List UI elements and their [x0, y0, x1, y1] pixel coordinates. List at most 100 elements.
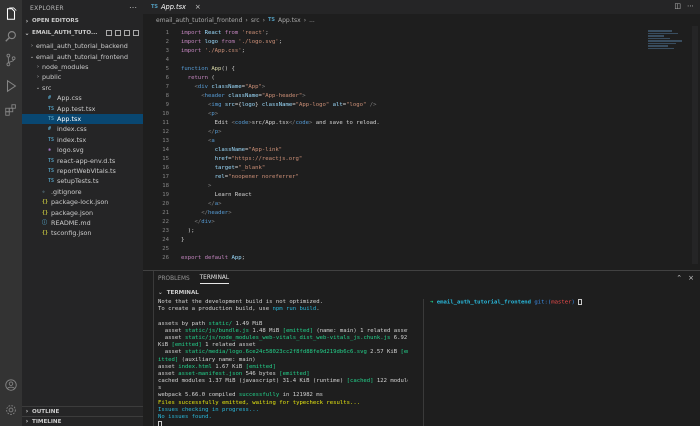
- code-token: ;: [241, 254, 246, 261]
- code-token: div: [201, 218, 212, 225]
- breadcrumb-folder[interactable]: email_auth_tutorial_frontend: [156, 17, 242, 24]
- line-number: 11: [162, 119, 169, 126]
- terminal-output[interactable]: Note that the development build is not o…: [158, 299, 408, 426]
- run-debug-icon[interactable]: [3, 78, 19, 94]
- more-actions-icon[interactable]: ⋯: [129, 3, 137, 12]
- tree-item[interactable]: ⌄ src: [22, 83, 143, 93]
- tree-item[interactable]: TS App.tsx: [22, 113, 143, 125]
- tree-item[interactable]: › public: [22, 72, 143, 82]
- code-token: code: [234, 119, 249, 126]
- outline-section[interactable]: › OUTLINE: [22, 406, 143, 416]
- tree-item[interactable]: › node_modules: [22, 62, 143, 72]
- chevron-up-icon[interactable]: ⌃: [676, 274, 682, 282]
- terminal-line: webpack 5.66.0 compiled successfully in …: [158, 392, 408, 399]
- terminal-token: 1 related asset: [201, 342, 256, 349]
- terminal-token: (name: main) 1 related asset: [312, 327, 408, 334]
- terminal-token: Files successfully emitted, waiting for …: [158, 399, 361, 406]
- tree-item-label: index.tsx: [57, 135, 87, 144]
- line-number: 9: [165, 101, 169, 108]
- close-icon[interactable]: ×: [688, 274, 694, 282]
- new-file-icon[interactable]: [106, 30, 112, 36]
- tree-item[interactable]: # App.css: [22, 93, 143, 103]
- breadcrumb-symbol[interactable]: ...: [309, 17, 315, 24]
- tree-item[interactable]: ⓘ README.md: [22, 218, 143, 228]
- code-line: 19 Learn React: [143, 190, 700, 199]
- tab-app-tsx[interactable]: TS App.tsx ×: [151, 0, 201, 14]
- code-token: 'react': [241, 29, 266, 36]
- project-root-section[interactable]: ⌄ EMAIL_AUTH_TUTO...: [22, 28, 143, 38]
- code-token: header: [207, 209, 229, 216]
- tree-item[interactable]: TS App.test.tsx: [22, 103, 143, 113]
- git-file-icon: ◆: [42, 188, 46, 195]
- code-editor[interactable]: 1 import React from 'react'; 2 import logo …: [143, 26, 700, 264]
- split-editor-icon[interactable]: ◫: [674, 2, 681, 10]
- new-folder-icon[interactable]: [115, 30, 121, 36]
- breadcrumb-folder[interactable]: src: [251, 17, 260, 24]
- outline-label: OUTLINE: [32, 408, 60, 415]
- code-line: 20 </a>: [143, 199, 700, 208]
- terminal-cursor: [578, 299, 583, 305]
- extensions-icon[interactable]: [3, 102, 19, 118]
- css-file-icon: #: [48, 126, 52, 133]
- refresh-icon[interactable]: [124, 30, 130, 36]
- tree-item[interactable]: › email_auth_tutorial_backend: [22, 41, 143, 51]
- open-editors-section[interactable]: › OPEN EDITORS: [22, 16, 143, 26]
- code-token: (: [211, 74, 215, 81]
- code-token: import: [181, 47, 205, 54]
- json-file-icon: {}: [42, 209, 49, 216]
- terminal-line: itted] (auxiliary name: main): [158, 357, 408, 364]
- typescript-file-icon: TS: [48, 105, 55, 112]
- line-number: 19: [162, 191, 169, 198]
- tab-terminal[interactable]: TERMINAL: [199, 275, 230, 284]
- code-token: Learn React: [181, 191, 252, 198]
- code-token: import: [181, 38, 205, 45]
- tree-item[interactable]: {} tsconfig.json: [22, 228, 143, 238]
- tree-item-label: App.css: [57, 94, 82, 103]
- tree-item[interactable]: ✱ logo.svg: [22, 145, 143, 155]
- terminal-section-header[interactable]: ⌄ TERMINAL: [158, 290, 199, 296]
- code-token: href: [214, 155, 229, 162]
- code-token: }: [255, 101, 262, 108]
- terminal-token: npm run build: [272, 306, 317, 313]
- settings-gear-icon[interactable]: [3, 402, 19, 418]
- terminal-split[interactable]: ➜ email_auth_tutorial_frontend git:(mast…: [423, 299, 698, 426]
- collapse-icon[interactable]: [133, 30, 139, 36]
- files-icon[interactable]: [3, 6, 19, 22]
- terminal-token: asset: [158, 334, 185, 341]
- typescript-file-icon: TS: [48, 178, 55, 185]
- tab-problems[interactable]: PROBLEMS: [158, 276, 190, 282]
- code-token: from: [224, 29, 242, 36]
- source-control-icon[interactable]: [3, 52, 19, 68]
- timeline-section[interactable]: › TIMELINE: [22, 416, 143, 426]
- terminal-token: (auxiliary name: main): [178, 356, 256, 363]
- close-icon[interactable]: ×: [195, 3, 201, 11]
- code-line: 24}: [143, 235, 700, 244]
- code-token: header: [204, 92, 229, 99]
- terminal-token: To create a production build, use: [158, 306, 273, 313]
- tree-item[interactable]: TS setupTests.ts: [22, 176, 143, 186]
- prompt-git: git:(: [534, 299, 552, 306]
- tree-item[interactable]: {} package-lock.json: [22, 197, 143, 207]
- more-actions-icon[interactable]: ⋯: [687, 2, 694, 10]
- terminal-token: 2.57 KiB: [366, 349, 401, 356]
- chevron-right-icon: ›: [262, 16, 265, 24]
- line-number: 20: [162, 200, 169, 207]
- terminal-token: static/js/bundle.js: [184, 327, 249, 334]
- chevron-down-icon: ⌄: [35, 84, 41, 91]
- breadcrumb-file[interactable]: App.tsx: [278, 17, 301, 24]
- tree-item[interactable]: {} package.json: [22, 207, 143, 217]
- search-icon[interactable]: [3, 28, 19, 44]
- account-icon[interactable]: [3, 377, 19, 393]
- tree-item[interactable]: TS index.tsx: [22, 135, 143, 145]
- tree-item[interactable]: TS reportWebVitals.ts: [22, 166, 143, 176]
- svg-file-icon: ✱: [48, 147, 52, 154]
- tree-item[interactable]: # index.css: [22, 124, 143, 134]
- tree-item[interactable]: TS react-app-env.d.ts: [22, 155, 143, 165]
- tree-item[interactable]: ◆ .gitignore: [22, 187, 143, 197]
- code-token: >: [261, 83, 266, 90]
- tree-item[interactable]: ⌄ email_auth_tutorial_frontend: [22, 51, 143, 61]
- code-token: img: [211, 101, 225, 108]
- code-token: rel: [214, 173, 225, 180]
